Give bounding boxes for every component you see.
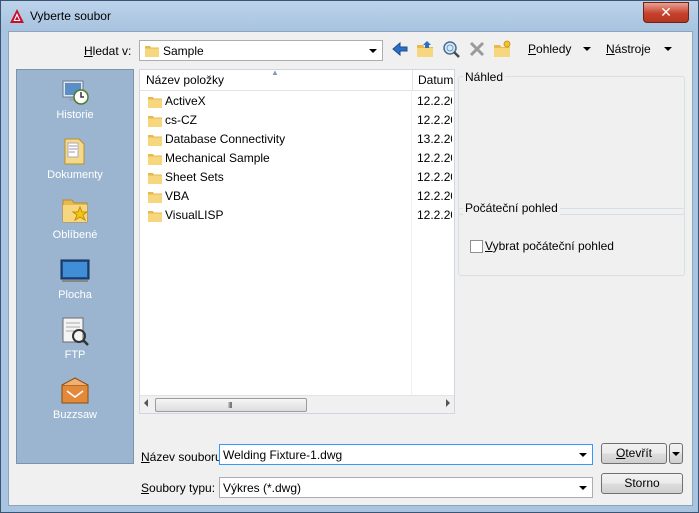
file-name: cs-CZ <box>165 113 197 127</box>
desktop-icon <box>60 259 90 282</box>
scroll-left-icon[interactable] <box>144 399 148 407</box>
cancel-button[interactable]: Storno <box>601 473 683 494</box>
filename-label: Název souboru: <box>141 450 226 464</box>
file-name: VisualLISP <box>165 208 224 222</box>
close-button[interactable]: ✕ <box>643 2 689 23</box>
place-label: Historie <box>56 109 94 121</box>
file-name: Sheet Sets <box>165 170 224 184</box>
up-folder-icon[interactable] <box>415 39 435 59</box>
folder-icon <box>148 116 162 127</box>
sort-ascending-icon: ▲ <box>271 68 279 77</box>
filename-dropdown-arrow[interactable] <box>576 445 590 464</box>
scroll-right-icon[interactable] <box>446 399 450 407</box>
file-date: 12.2.2013 <box>417 189 452 203</box>
filetype-dropdown-arrow[interactable] <box>576 478 590 497</box>
scrollbar-grip: III <box>228 401 233 410</box>
place-buzzsaw[interactable]: Buzzsaw <box>17 375 133 421</box>
place-label: Dokumenty <box>47 169 103 181</box>
window-title: Vyberte soubor <box>30 9 111 23</box>
file-name: Database Connectivity <box>165 132 286 146</box>
preview-group <box>458 76 685 215</box>
folder-icon <box>148 135 162 146</box>
place-label: Oblíbené <box>52 229 98 241</box>
initial-view-checkbox[interactable] <box>470 240 483 253</box>
place-desktop[interactable]: Plocha <box>17 255 133 301</box>
list-item[interactable]: ActiveX 12.2.2013 <box>140 92 454 111</box>
open-options-button[interactable] <box>669 443 683 464</box>
lookin-label: Hledat v: <box>84 44 132 58</box>
back-icon[interactable] <box>390 39 410 59</box>
column-header-name-label: Název položky <box>146 73 225 87</box>
history-icon <box>62 80 89 105</box>
favorites-icon <box>62 199 89 223</box>
autocad-logo-icon <box>10 9 24 23</box>
places-bar: Historie Dokumenty Oblíbené Plocha FTP B… <box>16 69 134 464</box>
tools-dropdown-arrow[interactable] <box>664 47 672 51</box>
open-button[interactable]: Otevřít <box>601 443 667 464</box>
documents-icon <box>64 138 85 165</box>
file-date: 12.2.2013 <box>417 94 452 108</box>
delete-icon[interactable] <box>467 39 487 59</box>
new-folder-icon[interactable] <box>492 39 512 59</box>
column-header-date-label: Datum <box>418 73 454 87</box>
place-history[interactable]: Historie <box>17 75 133 121</box>
list-item[interactable]: Sheet Sets 12.2.2013 <box>140 168 454 187</box>
list-item[interactable]: VisualLISP 12.2.2013 <box>140 206 454 225</box>
file-name: VBA <box>165 189 190 203</box>
place-label: Buzzsaw <box>52 409 98 421</box>
file-date: 12.2.2013 <box>417 208 452 222</box>
lookin-dropdown-arrow[interactable] <box>366 41 380 60</box>
place-documents[interactable]: Dokumenty <box>17 135 133 181</box>
filetype-select[interactable]: Výkres (*.dwg) <box>219 477 593 498</box>
list-item[interactable]: cs-CZ 12.2.2013 <box>140 111 454 130</box>
folder-icon <box>145 46 159 57</box>
filetype-label: Soubory typu: <box>141 481 216 495</box>
column-header-date[interactable]: Datum <box>413 70 454 91</box>
file-date: 12.2.2013 <box>417 170 452 184</box>
filename-input[interactable]: Welding Fixture-1.dwg <box>219 444 593 465</box>
list-item[interactable]: Mechanical Sample 12.2.2013 <box>140 149 454 168</box>
filename-value: Welding Fixture-1.dwg <box>223 448 343 462</box>
place-ftp[interactable]: FTP <box>17 315 133 361</box>
preview-title: Náhled <box>463 70 506 84</box>
folder-icon <box>148 211 162 222</box>
file-date: 12.2.2013 <box>417 151 452 165</box>
dialog-window: Vyberte soubor ✕ Hledat v: Sample Pohled… <box>0 0 699 513</box>
folder-icon <box>148 154 162 165</box>
place-favorites[interactable]: Oblíbené <box>17 195 133 241</box>
ftp-icon <box>62 317 89 346</box>
buzzsaw-icon <box>61 377 89 404</box>
file-name: Mechanical Sample <box>165 151 270 165</box>
place-label: Plocha <box>58 289 92 301</box>
dialog-client-area: Hledat v: Sample Pohledy Nástroje Histor… <box>8 31 693 506</box>
tools-menu[interactable]: Nástroje <box>606 42 651 56</box>
initial-view-checkbox-label[interactable]: Vybrat počáteční pohled <box>485 239 614 253</box>
folder-icon <box>148 192 162 203</box>
filetype-value: Výkres (*.dwg) <box>223 481 302 495</box>
file-date: 13.2.2013 <box>417 132 452 146</box>
lookin-value: Sample <box>163 44 204 58</box>
lookin-combo[interactable]: Sample <box>139 40 383 61</box>
list-item[interactable]: Database Connectivity 13.2.2013 <box>140 130 454 149</box>
list-item[interactable]: VBA 12.2.2013 <box>140 187 454 206</box>
scrollbar-thumb[interactable]: III <box>155 398 307 412</box>
initial-view-title: Počáteční pohled <box>463 201 560 215</box>
file-date: 12.2.2013 <box>417 113 452 127</box>
file-name: ActiveX <box>165 94 206 108</box>
column-header-name[interactable]: Název položky ▲ <box>140 68 413 91</box>
folder-icon <box>148 97 162 108</box>
views-dropdown-arrow[interactable] <box>583 47 591 51</box>
file-list[interactable]: Název položky ▲ Datum ActiveX 12.2.2013 … <box>139 68 455 414</box>
search-web-icon[interactable] <box>441 39 461 59</box>
place-label: FTP <box>64 349 86 361</box>
horizontal-scrollbar[interactable]: III <box>140 395 454 413</box>
folder-icon <box>148 173 162 184</box>
views-menu[interactable]: Pohledy <box>528 42 571 56</box>
title-bar: Vyberte soubor ✕ <box>1 1 698 31</box>
